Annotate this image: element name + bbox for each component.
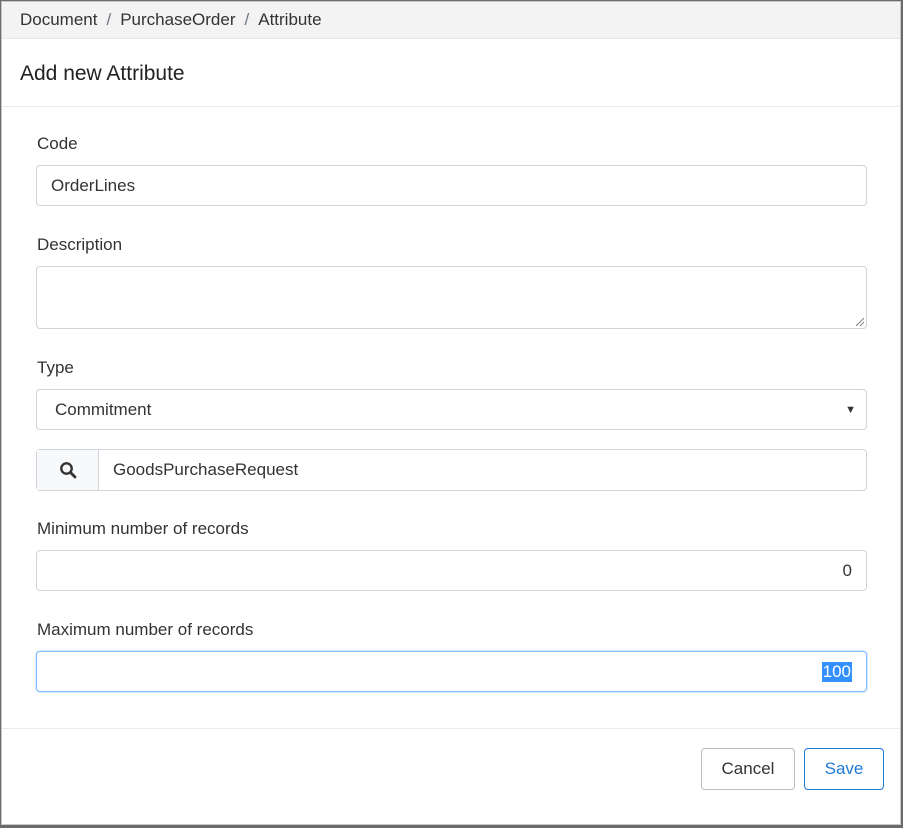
footer-divider bbox=[2, 728, 900, 729]
breadcrumb-item-document[interactable]: Document bbox=[20, 10, 97, 30]
save-button[interactable]: Save bbox=[804, 748, 884, 790]
breadcrumb-separator: / bbox=[106, 10, 112, 29]
description-label: Description bbox=[37, 235, 123, 254]
min-records-value: 0 bbox=[842, 560, 852, 580]
type-label: Type bbox=[37, 358, 74, 377]
modal-title: Add new Attribute bbox=[20, 62, 185, 85]
type-selected-value: Commitment bbox=[55, 399, 152, 419]
breadcrumb-item-purchaseorder[interactable]: PurchaseOrder bbox=[120, 10, 235, 30]
description-textarea[interactable] bbox=[36, 266, 867, 329]
code-value: OrderLines bbox=[51, 175, 136, 195]
cancel-button[interactable]: Cancel bbox=[701, 748, 795, 790]
lookup-input-group: GoodsPurchaseRequest bbox=[36, 449, 867, 491]
caret-down-icon: ▼ bbox=[845, 403, 856, 416]
max-records-label: Maximum number of records bbox=[37, 620, 254, 639]
breadcrumb-item-attribute: Attribute bbox=[258, 10, 322, 29]
search-icon bbox=[59, 462, 76, 479]
search-button[interactable] bbox=[37, 450, 99, 490]
min-records-label: Minimum number of records bbox=[37, 519, 249, 538]
code-input[interactable]: OrderLines bbox=[36, 165, 867, 206]
code-label: Code bbox=[37, 134, 78, 153]
type-select[interactable]: Commitment ▼ bbox=[36, 389, 867, 430]
max-records-input[interactable]: 100 bbox=[36, 651, 867, 692]
breadcrumb: Document / PurchaseOrder / Attribute bbox=[2, 2, 900, 39]
breadcrumb-separator: / bbox=[244, 10, 250, 29]
lookup-input[interactable]: GoodsPurchaseRequest bbox=[99, 450, 866, 490]
lookup-value: GoodsPurchaseRequest bbox=[113, 460, 299, 479]
add-attribute-modal: Document / PurchaseOrder / Attribute Add… bbox=[1, 1, 901, 825]
max-records-value: 100 bbox=[821, 661, 852, 682]
header-divider bbox=[2, 106, 900, 107]
resize-handle-icon[interactable] bbox=[856, 318, 864, 326]
min-records-input[interactable]: 0 bbox=[36, 550, 867, 591]
